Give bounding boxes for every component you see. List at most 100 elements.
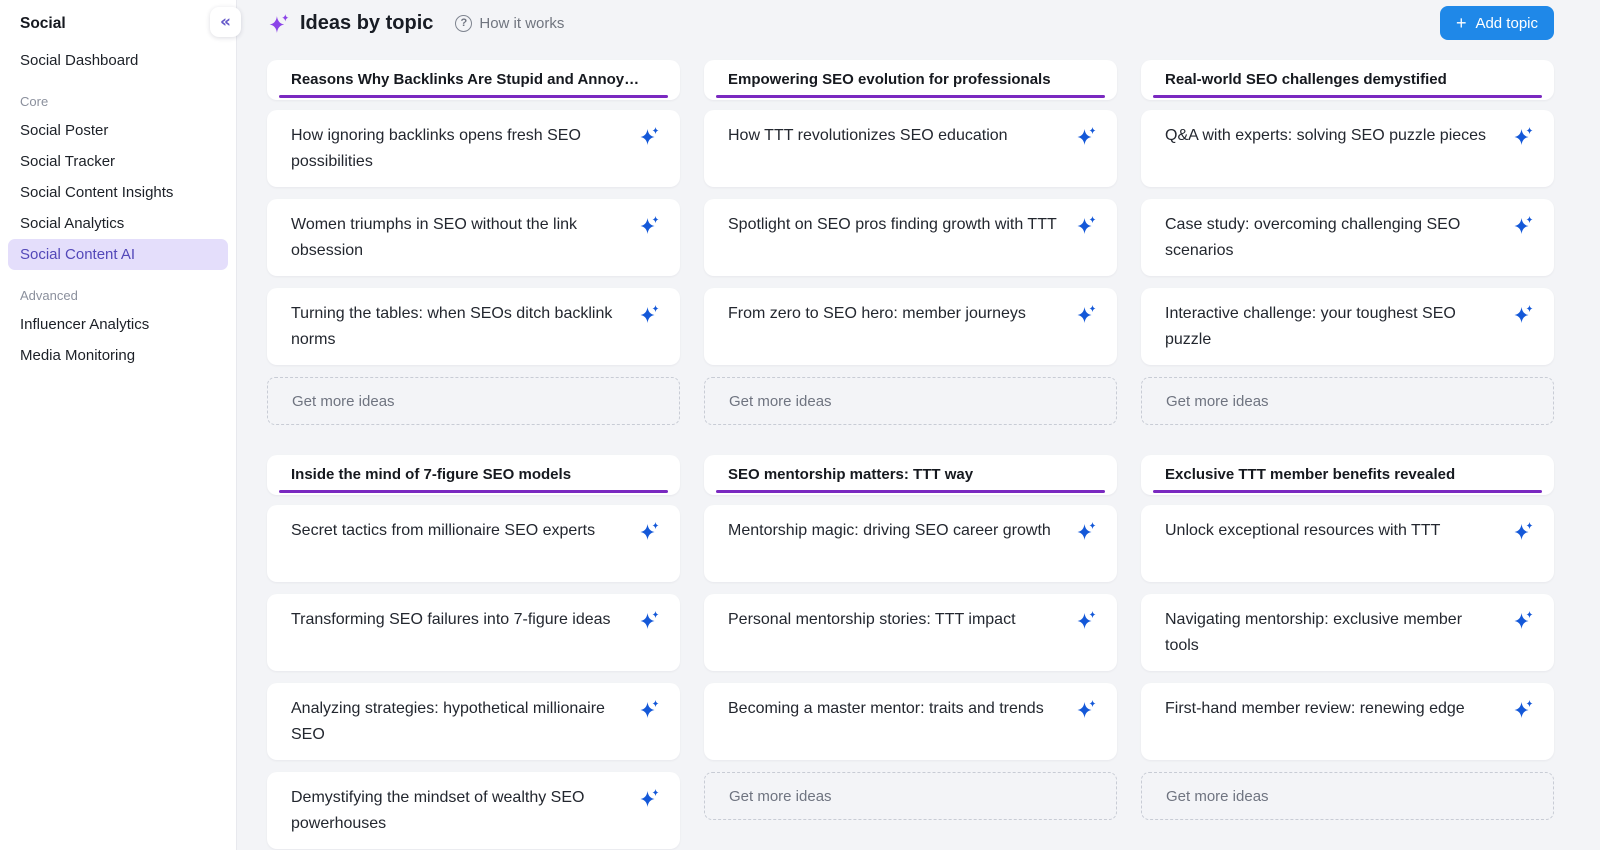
sidebar-collapse-button[interactable]: « [210,7,241,37]
generate-sparkle-icon[interactable] [1075,126,1097,146]
generate-sparkle-icon[interactable] [638,215,660,235]
idea-card[interactable]: Transforming SEO failures into 7-figure … [267,594,680,671]
topic-title: SEO mentorship matters: TTT way [728,466,973,483]
page-title: Ideas by topic [300,12,433,35]
idea-card[interactable]: How ignoring backlinks opens fresh SEO p… [267,110,680,187]
idea-text: Personal mentorship stories: TTT impact [728,611,1016,628]
sidebar-item-social-content-ai[interactable]: Social Content AI [8,239,228,270]
idea-text: How ignoring backlinks opens fresh SEO p… [291,127,581,170]
topic-title: Real-world SEO challenges demystified [1165,71,1447,88]
idea-card[interactable]: Analyzing strategies: hypothetical milli… [267,683,680,760]
idea-card[interactable]: Spotlight on SEO pros finding growth wit… [704,199,1117,276]
plus-icon: + [1456,14,1467,32]
topic-underline [279,95,668,98]
generate-sparkle-icon[interactable] [1075,610,1097,630]
idea-card[interactable]: Case study: overcoming challenging SEO s… [1141,199,1554,276]
generate-sparkle-icon[interactable] [638,126,660,146]
get-more-ideas-button[interactable]: Get more ideas [704,772,1117,820]
get-more-ideas-button[interactable]: Get more ideas [1141,772,1554,820]
idea-list: How TTT revolutionizes SEO education Spo… [704,110,1117,365]
generate-sparkle-icon[interactable] [1075,699,1097,719]
idea-card[interactable]: Becoming a master mentor: traits and tre… [704,683,1117,760]
idea-text: Interactive challenge: your toughest SEO… [1165,305,1456,348]
idea-card[interactable]: Interactive challenge: your toughest SEO… [1141,288,1554,365]
generate-sparkle-icon[interactable] [1512,521,1534,541]
idea-card[interactable]: Mentorship magic: driving SEO career gro… [704,505,1117,582]
generate-sparkle-icon[interactable] [1512,215,1534,235]
idea-text: Navigating mentorship: exclusive member … [1165,611,1462,654]
idea-card[interactable]: Demystifying the mindset of wealthy SEO … [267,772,680,849]
topic-underline [716,95,1105,98]
generate-sparkle-icon[interactable] [638,304,660,324]
sidebar-item-social-poster[interactable]: Social Poster [8,115,228,146]
how-it-works-link[interactable]: ? How it works [455,15,564,32]
topic-header[interactable]: Real-world SEO challenges demystified [1141,60,1554,100]
topic-header[interactable]: Inside the mind of 7-figure SEO models [267,455,680,495]
collapse-icon: « [220,12,231,32]
help-icon: ? [455,15,472,32]
generate-sparkle-icon[interactable] [1512,304,1534,324]
idea-card[interactable]: Personal mentorship stories: TTT impact [704,594,1117,671]
idea-card[interactable]: Unlock exceptional resources with TTT [1141,505,1554,582]
idea-list: Mentorship magic: driving SEO career gro… [704,505,1117,760]
generate-sparkle-icon[interactable] [1075,215,1097,235]
generate-sparkle-icon[interactable] [638,610,660,630]
topic-column: Real-world SEO challenges demystified Q&… [1141,60,1554,425]
idea-card[interactable]: Women triumphs in SEO without the link o… [267,199,680,276]
sidebar-item-media-monitoring[interactable]: Media Monitoring [8,340,228,371]
idea-card[interactable]: Secret tactics from millionaire SEO expe… [267,505,680,582]
sidebar-item-social-analytics[interactable]: Social Analytics [8,208,228,239]
sidebar-item-social-content-insights[interactable]: Social Content Insights [8,177,228,208]
idea-text: Becoming a master mentor: traits and tre… [728,700,1044,717]
idea-text: Mentorship magic: driving SEO career gro… [728,522,1051,539]
idea-text: From zero to SEO hero: member journeys [728,305,1026,322]
sidebar-item-social-dashboard[interactable]: Social Dashboard [8,45,228,76]
sidebar-title: Social [0,0,236,45]
idea-text: Secret tactics from millionaire SEO expe… [291,522,595,539]
get-more-ideas-button[interactable]: Get more ideas [704,377,1117,425]
idea-text: Transforming SEO failures into 7-figure … [291,611,611,628]
idea-text: Unlock exceptional resources with TTT [1165,522,1440,539]
sidebar-item-social-tracker[interactable]: Social Tracker [8,146,228,177]
generate-sparkle-icon[interactable] [1512,699,1534,719]
sidebar-section-core: Core [0,76,236,115]
get-more-ideas-button[interactable]: Get more ideas [267,377,680,425]
idea-text: Case study: overcoming challenging SEO s… [1165,216,1460,259]
topic-column: Reasons Why Backlinks Are Stupid and Ann… [267,60,680,425]
generate-sparkle-icon[interactable] [638,699,660,719]
sidebar: « Social Social Dashboard Core Social Po… [0,0,237,850]
idea-card[interactable]: Navigating mentorship: exclusive member … [1141,594,1554,671]
topic-underline [716,490,1105,493]
how-it-works-label: How it works [479,15,564,32]
ideas-board: Reasons Why Backlinks Are Stupid and Ann… [237,46,1600,849]
generate-sparkle-icon[interactable] [1512,610,1534,630]
idea-card[interactable]: First-hand member review: renewing edge [1141,683,1554,760]
topic-column: Empowering SEO evolution for professiona… [704,60,1117,425]
idea-card[interactable]: Q&A with experts: solving SEO puzzle pie… [1141,110,1554,187]
sidebar-item-influencer-analytics[interactable]: Influencer Analytics [8,309,228,340]
topic-header[interactable]: Exclusive TTT member benefits revealed [1141,455,1554,495]
topic-header[interactable]: SEO mentorship matters: TTT way [704,455,1117,495]
add-topic-button[interactable]: + Add topic [1440,6,1554,40]
idea-text: Demystifying the mindset of wealthy SEO … [291,789,584,832]
generate-sparkle-icon[interactable] [638,788,660,808]
add-topic-label: Add topic [1475,15,1538,32]
topic-header[interactable]: Reasons Why Backlinks Are Stupid and Ann… [267,60,680,100]
generate-sparkle-icon[interactable] [1512,126,1534,146]
idea-card[interactable]: Turning the tables: when SEOs ditch back… [267,288,680,365]
idea-text: Women triumphs in SEO without the link o… [291,216,577,259]
topic-title: Exclusive TTT member benefits revealed [1165,466,1455,483]
page-header: Ideas by topic ? How it works + Add topi… [237,0,1600,46]
idea-card[interactable]: How TTT revolutionizes SEO education [704,110,1117,187]
get-more-ideas-button[interactable]: Get more ideas [1141,377,1554,425]
topic-header[interactable]: Empowering SEO evolution for professiona… [704,60,1117,100]
idea-card[interactable]: From zero to SEO hero: member journeys [704,288,1117,365]
generate-sparkle-icon[interactable] [1075,304,1097,324]
topic-title: Empowering SEO evolution for professiona… [728,71,1051,88]
idea-text: Spotlight on SEO pros finding growth wit… [728,216,1057,233]
main-content: Ideas by topic ? How it works + Add topi… [237,0,1600,850]
generate-sparkle-icon[interactable] [638,521,660,541]
generate-sparkle-icon[interactable] [1075,521,1097,541]
idea-list: Secret tactics from millionaire SEO expe… [267,505,680,849]
topic-title: Inside the mind of 7-figure SEO models [291,466,571,483]
